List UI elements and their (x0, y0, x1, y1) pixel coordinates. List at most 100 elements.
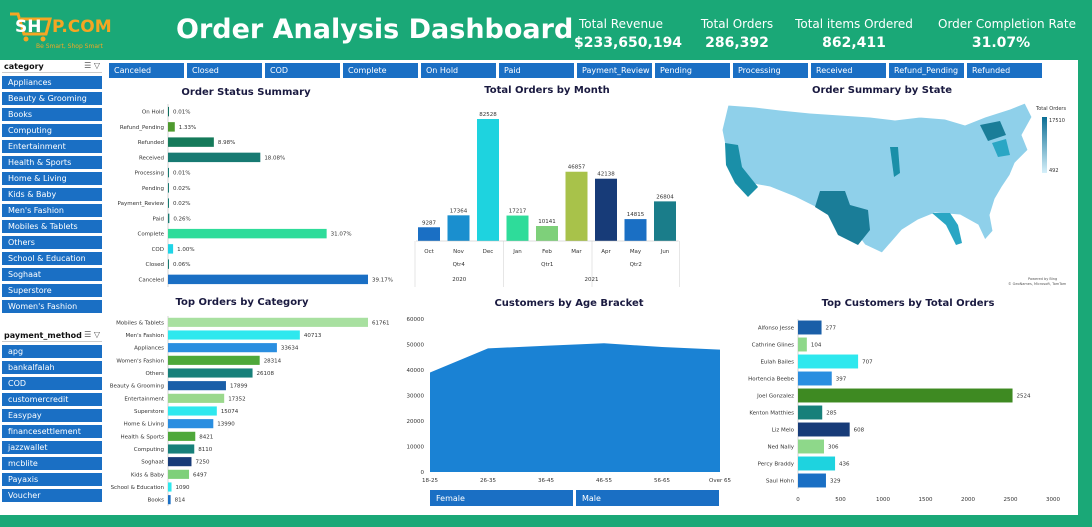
bar-oct (418, 227, 440, 241)
tick-label: 500 (835, 497, 846, 503)
tick-label: 10000 (407, 445, 425, 451)
category-chart-title: Top Orders by Category (175, 297, 309, 308)
category-label: Alfonso Jesse (758, 326, 795, 332)
category-slicer: category ☰ ▽ Appliances Beauty & Grooming B… (2, 60, 102, 313)
age-label: 18-25 (422, 478, 438, 484)
status-button-canceled[interactable]: Canceled (109, 63, 184, 78)
bar-apr (595, 178, 617, 241)
status-button-closed[interactable]: Closed (187, 63, 262, 78)
slicer-item-beauty-grooming[interactable]: Beauty & Grooming (2, 91, 102, 105)
slicer-item-women-s-fashion[interactable]: Women's Fashion (2, 299, 102, 313)
data-label: 0.06% (173, 262, 190, 268)
slicer-item-soghaat[interactable]: Soghaat (2, 267, 102, 281)
data-label: 306 (828, 445, 839, 451)
payment-item-cod[interactable]: COD (2, 376, 102, 390)
bar-cathrine-glines (798, 337, 807, 352)
map-legend-max: 17510 (1049, 118, 1065, 124)
tick-label: 30000 (407, 394, 425, 400)
bar-on-hold (168, 106, 169, 117)
data-label: 42138 (597, 172, 615, 178)
slicer-item-books[interactable]: Books (2, 107, 102, 121)
payment-item-easypay[interactable]: Easypay (2, 408, 102, 422)
bar-paid (168, 213, 170, 224)
data-label: 33634 (281, 346, 299, 352)
slicer-item-entertainment[interactable]: Entertainment (2, 139, 102, 153)
slicer-item-others[interactable]: Others (2, 235, 102, 249)
data-label: 9287 (422, 220, 436, 226)
slicer-item-appliances[interactable]: Appliances (2, 75, 102, 89)
bar-percy-braddy (798, 456, 836, 471)
status-button-complete[interactable]: Complete (343, 63, 418, 78)
data-label: 17364 (450, 208, 468, 214)
kpi-total-revenue: Total Revenue $233,650,194 (574, 17, 682, 51)
category-label: Liz Melo (772, 428, 795, 434)
gender-button-male[interactable]: Male (576, 490, 719, 506)
data-label: 1.00% (177, 247, 194, 253)
payment-item-customercredit[interactable]: customercredit (2, 392, 102, 406)
category-label: COD (152, 247, 164, 253)
filter-icon[interactable]: ☰ ▽ (84, 330, 100, 339)
status-button-on-hold[interactable]: On Hold (421, 63, 496, 78)
data-label: 17217 (509, 209, 527, 215)
slicer-item-men-s-fashion[interactable]: Men's Fashion (2, 203, 102, 217)
category-label: Complete (137, 232, 164, 238)
kpi-value: 31.07% (971, 35, 1031, 51)
bar-superstore (168, 406, 217, 416)
category-label: Kids & Baby (131, 472, 165, 478)
status-button-payment-review[interactable]: Payment_Review (577, 63, 652, 78)
category-label: Computing (134, 447, 164, 453)
payment-item-mcblite[interactable]: mcblite (2, 456, 102, 470)
status-button-pending[interactable]: Pending (655, 63, 730, 78)
data-label: 40713 (304, 333, 322, 339)
data-label: 329 (830, 479, 841, 485)
slicer-item-superstore[interactable]: Superstore (2, 283, 102, 297)
payment-item-payaxis[interactable]: Payaxis (2, 472, 102, 486)
status-button-paid[interactable]: Paid (499, 63, 574, 78)
payment-item-financesettlement[interactable]: financesettlement (2, 424, 102, 438)
bar-school-education (168, 482, 172, 492)
month-label: Jan (512, 249, 522, 255)
status-chart: On Hold 0.01% Refund_Pending 1.33% Refunded 8… (118, 104, 393, 287)
data-label: 436 (839, 462, 850, 468)
tick-label: 1000 (876, 497, 890, 503)
status-button-cod[interactable]: COD (265, 63, 340, 78)
payment-item-apg[interactable]: apg (2, 344, 102, 358)
category-label: Appliances (134, 346, 164, 352)
payment-item-jazzwallet[interactable]: jazzwallet (2, 440, 102, 454)
data-label: 6497 (193, 472, 207, 478)
filter-icon[interactable]: ☰ ▽ (84, 61, 100, 70)
category-label: Eulah Bailes (760, 360, 794, 366)
tick-label: 0 (796, 497, 800, 503)
slicer-item-mobiles-tablets[interactable]: Mobiles & Tablets (2, 219, 102, 233)
status-slicer: Canceled Closed COD Complete On Hold Paid Paym… (109, 63, 1042, 79)
data-label: 2524 (1017, 394, 1031, 400)
age-label: Over 65 (709, 478, 731, 484)
payment-item-voucher[interactable]: Voucher (2, 488, 102, 502)
slicer-item-health-sports[interactable]: Health & Sports (2, 155, 102, 169)
month-chart: 9287 Oct 17364 Nov 82528 Dec 17217 Jan 10141 Feb 4… (414, 112, 680, 287)
dashboard-footer (0, 515, 1092, 527)
status-button-processing[interactable]: Processing (733, 63, 808, 78)
payment-item-bankalfalah[interactable]: bankalfalah (2, 360, 102, 374)
bar-beauty-grooming (168, 381, 226, 391)
status-button-refunded[interactable]: Refunded (967, 63, 1042, 78)
bar-mobiles-tablets (168, 317, 368, 327)
bar-liz-melo (798, 422, 850, 437)
bar-home-living (168, 419, 214, 429)
slicer-item-home-living[interactable]: Home & Living (2, 171, 102, 185)
svg-text:P.COM: P.COM (52, 17, 112, 37)
slicer-item-computing[interactable]: Computing (2, 123, 102, 137)
category-label: Cathrine Glines (752, 343, 794, 349)
bar-hortencia-beebe (798, 371, 832, 386)
map-legend-title: Total Orders (1035, 106, 1066, 112)
slicer-header: payment_method ☰ ▽ (2, 329, 102, 342)
slicer-item-kids-baby[interactable]: Kids & Baby (2, 187, 102, 201)
gender-button-female[interactable]: Female (430, 490, 573, 506)
data-label: 608 (854, 428, 865, 434)
age-label: 26-35 (480, 478, 496, 484)
status-button-received[interactable]: Received (811, 63, 886, 78)
bar-computing (168, 444, 195, 454)
bar-entertainment (168, 393, 225, 403)
slicer-item-school-education[interactable]: School & Education (2, 251, 102, 265)
status-button-refund-pending[interactable]: Refund_Pending (889, 63, 964, 78)
